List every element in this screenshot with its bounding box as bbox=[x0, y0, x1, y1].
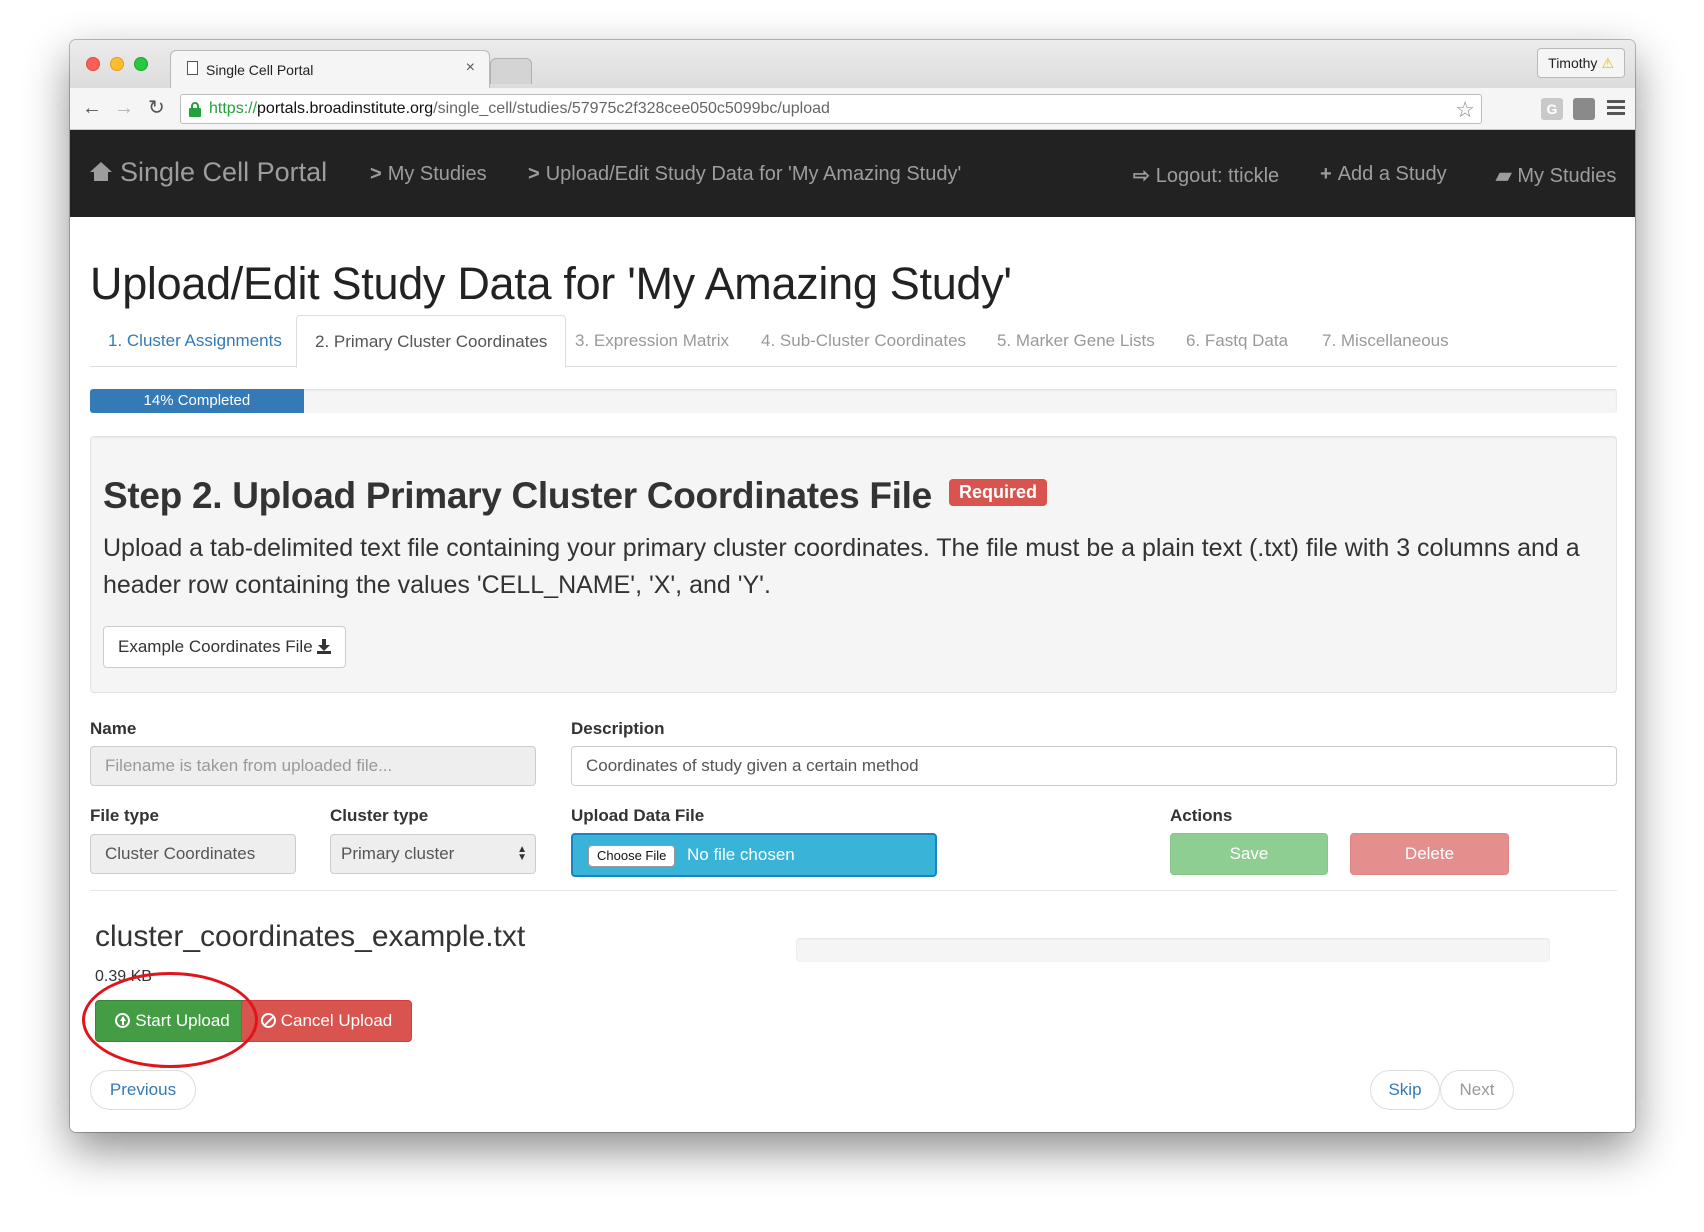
breadcrumb-my-studies[interactable]: > My Studies bbox=[370, 163, 487, 186]
document-icon bbox=[187, 61, 198, 75]
upload-progress-bar bbox=[796, 938, 1550, 962]
cluster-type-select[interactable]: Primary cluster ▲ ▼ bbox=[330, 834, 536, 874]
extension-g-icon[interactable]: G bbox=[1541, 98, 1563, 120]
tab-marker-gene-lists[interactable]: 5. Marker Gene Lists bbox=[979, 315, 1173, 367]
download-icon bbox=[316, 639, 331, 654]
annotation-highlight-circle bbox=[82, 972, 258, 1068]
name-label: Name bbox=[90, 719, 137, 738]
ban-icon bbox=[260, 1013, 276, 1028]
tab-close-icon[interactable]: × bbox=[466, 59, 475, 77]
file-type-label: File type bbox=[90, 806, 159, 825]
cancel-upload-label: Cancel Upload bbox=[280, 1011, 393, 1030]
breadcrumb-upload-edit[interactable]: > Upload/Edit Study Data for 'My Amazing … bbox=[528, 163, 961, 186]
plus-icon: + bbox=[1320, 163, 1332, 185]
cluster-type-value: Primary cluster bbox=[341, 844, 455, 863]
bookmark-star-icon[interactable]: ☆ bbox=[1455, 97, 1475, 123]
tab-cluster-assignments[interactable]: 1. Cluster Assignments bbox=[90, 315, 300, 367]
cluster-type-label: Cluster type bbox=[330, 806, 429, 825]
reload-icon[interactable]: ↻ bbox=[148, 97, 165, 119]
required-badge: Required bbox=[949, 479, 1048, 506]
file-type-field: Cluster Coordinates bbox=[90, 834, 296, 874]
brand-link[interactable]: Single Cell Portal bbox=[90, 157, 327, 188]
name-field: Filename is taken from uploaded file... bbox=[90, 746, 536, 786]
home-icon bbox=[90, 162, 112, 182]
page-title: Upload/Edit Study Data for 'My Amazing S… bbox=[90, 258, 1012, 309]
progress-bar-fill: 14% Completed bbox=[90, 389, 304, 413]
chevron-right-icon: > bbox=[370, 163, 382, 185]
wizard-tabs: 1. Cluster Assignments 2. Primary Cluste… bbox=[90, 315, 1617, 368]
actions-label: Actions bbox=[1170, 806, 1233, 825]
file-upload-input[interactable]: Choose File No file chosen bbox=[571, 833, 937, 877]
breadcrumb-my-studies-label: My Studies bbox=[387, 163, 487, 185]
breadcrumb-upload-edit-label: Upload/Edit Study Data for 'My Amazing S… bbox=[545, 163, 962, 185]
browser-tab-title: Single Cell Portal bbox=[206, 62, 314, 78]
zoom-window-button[interactable] bbox=[134, 57, 148, 71]
cancel-upload-button[interactable]: Cancel Upload bbox=[241, 1000, 412, 1042]
url-text: https://portals.broadinstitute.org/singl… bbox=[209, 100, 830, 117]
logout-label: Logout: ttickle bbox=[1155, 165, 1280, 187]
warning-icon: ⚠ bbox=[1601, 55, 1614, 71]
lock-icon bbox=[189, 102, 201, 117]
example-button-label: Example Coordinates File bbox=[118, 637, 313, 656]
logout-icon: ⇨ bbox=[1133, 165, 1150, 187]
skip-button[interactable]: Skip bbox=[1370, 1070, 1440, 1110]
my-studies-link[interactable]: ▰ My Studies bbox=[1496, 163, 1616, 188]
delete-button[interactable]: Delete bbox=[1350, 833, 1509, 875]
minimize-window-button[interactable] bbox=[110, 57, 124, 71]
upload-data-file-label: Upload Data File bbox=[571, 806, 705, 825]
close-window-button[interactable] bbox=[86, 57, 100, 71]
page-content: Single Cell Portal > My Studies > Upload/E… bbox=[70, 130, 1635, 1132]
next-button[interactable]: Next bbox=[1440, 1070, 1514, 1110]
previous-button[interactable]: Previous bbox=[90, 1070, 196, 1110]
tab-primary-cluster-coordinates[interactable]: 2. Primary Cluster Coordinates bbox=[296, 315, 567, 368]
example-coordinates-file-button[interactable]: Example Coordinates File bbox=[103, 626, 346, 668]
pending-file-name: cluster_coordinates_example.txt bbox=[95, 920, 526, 953]
back-arrow-icon[interactable]: ← bbox=[82, 97, 102, 119]
choose-file-button[interactable]: Choose File bbox=[588, 845, 676, 867]
browser-tab[interactable]: Single Cell Portal × bbox=[170, 50, 490, 88]
divider bbox=[90, 890, 1617, 891]
profile-button[interactable]: Timothy ⚠ bbox=[1537, 48, 1625, 78]
tab-miscellaneous[interactable]: 7. Miscellaneous bbox=[1304, 315, 1467, 367]
tab-sub-cluster-coordinates[interactable]: 4. Sub-Cluster Coordinates bbox=[743, 315, 984, 367]
chevron-right-icon: > bbox=[528, 163, 540, 185]
site-navbar: Single Cell Portal > My Studies > Upload/E… bbox=[70, 130, 1635, 217]
description-field[interactable]: Coordinates of study given a certain met… bbox=[571, 746, 1617, 786]
tab-expression-matrix[interactable]: 3. Expression Matrix bbox=[557, 315, 747, 367]
save-button[interactable]: Save bbox=[1170, 833, 1328, 875]
no-file-chosen-text: No file chosen bbox=[687, 845, 795, 864]
extension-icon[interactable] bbox=[1573, 98, 1595, 120]
logout-link[interactable]: ⇨ Logout: ttickle bbox=[1133, 163, 1279, 188]
address-bar[interactable]: https://portals.broadinstitute.org/singl… bbox=[180, 94, 1482, 124]
browser-window: Single Cell Portal × Timothy ⚠ ← → ↻ http… bbox=[70, 40, 1635, 1132]
my-studies-label: My Studies bbox=[1517, 165, 1617, 187]
step-instructions-panel: Step 2. Upload Primary Cluster Coordinat… bbox=[90, 436, 1617, 693]
new-tab-button[interactable] bbox=[490, 58, 532, 84]
step-description: Upload a tab-delimited text file contain… bbox=[103, 534, 1580, 599]
description-label: Description bbox=[571, 719, 665, 738]
select-arrows-icon: ▲ ▼ bbox=[517, 844, 527, 863]
step-title: Step 2. Upload Primary Cluster Coordinat… bbox=[103, 475, 932, 516]
wizard-progress: 14% Completed bbox=[90, 389, 1617, 413]
add-study-link[interactable]: + Add a Study bbox=[1320, 163, 1447, 186]
browser-toolbar: ← → ↻ https://portals.broadinstitute.org… bbox=[70, 88, 1635, 130]
hamburger-menu-icon[interactable] bbox=[1607, 100, 1625, 116]
add-study-label: Add a Study bbox=[1337, 163, 1447, 185]
book-icon: ▰ bbox=[1496, 165, 1512, 187]
browser-titlebar: Single Cell Portal × Timothy ⚠ bbox=[70, 40, 1635, 88]
tab-fastq-data[interactable]: 6. Fastq Data bbox=[1168, 315, 1306, 367]
profile-name: Timothy bbox=[1548, 55, 1598, 71]
brand-text: Single Cell Portal bbox=[120, 157, 328, 187]
forward-arrow-icon[interactable]: → bbox=[114, 97, 134, 119]
